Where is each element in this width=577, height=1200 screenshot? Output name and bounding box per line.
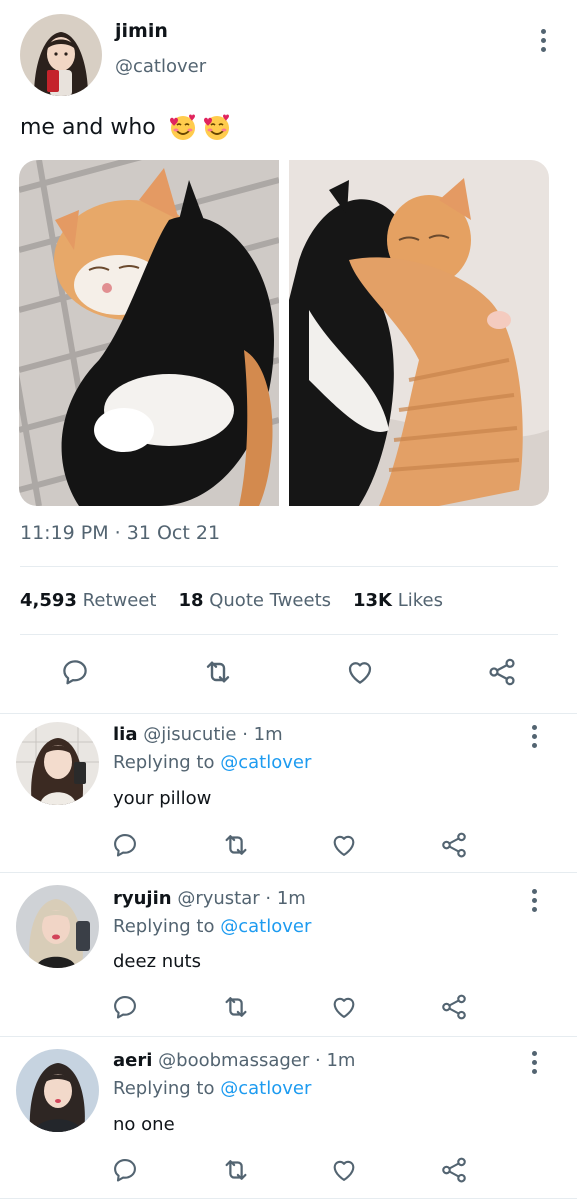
tweet-timestamp[interactable]: 11:19 PM · 31 Oct 21 [20, 522, 220, 544]
share-button[interactable] [436, 989, 472, 1025]
reply-text: no one [113, 1114, 175, 1135]
divider [0, 872, 577, 873]
replying-to-label: Replying to [113, 752, 215, 773]
reply-time[interactable]: · 1m [315, 1050, 355, 1071]
replying-to-mention[interactable]: @catlover [220, 1078, 311, 1099]
replying-to-label: Replying to [113, 1078, 215, 1099]
reply-button[interactable] [107, 827, 143, 863]
tweet-media[interactable] [19, 160, 549, 506]
retweets-stat[interactable]: 4,593 Retweet [20, 590, 156, 611]
tweet-photo-1[interactable] [19, 160, 279, 506]
heart-icon [333, 1160, 355, 1181]
retweet-button[interactable] [218, 989, 254, 1025]
reply-avatar[interactable] [16, 885, 99, 968]
speech-bubble-icon [114, 996, 136, 1019]
divider [0, 1198, 577, 1199]
replying-to-mention[interactable]: @catlover [220, 752, 311, 773]
reply-avatar[interactable] [16, 722, 99, 805]
reply-button[interactable] [107, 1152, 143, 1188]
reply-time[interactable]: · 1m [265, 888, 305, 909]
heart-icon [333, 997, 355, 1018]
reply-header: aeri @boobmassager · 1m [113, 1050, 355, 1071]
reply-action-bar [0, 1152, 577, 1192]
retweet-icon [206, 661, 230, 683]
reply-tweet[interactable]: aeri @boobmassager · 1m Replying to @cat… [0, 1038, 577, 1200]
share-button[interactable] [484, 654, 520, 690]
share-icon [442, 1157, 466, 1183]
reply-button[interactable] [107, 989, 143, 1025]
reply-action-bar [0, 989, 577, 1029]
speech-bubble-icon [114, 834, 136, 857]
like-button[interactable] [326, 827, 362, 863]
retweets-count: 4,593 [20, 590, 77, 611]
share-button[interactable] [436, 827, 472, 863]
quote-tweets-stat[interactable]: 18 Quote Tweets [178, 590, 331, 611]
reply-avatar[interactable] [16, 1049, 99, 1132]
divider [0, 1036, 577, 1037]
retweet-icon [225, 1160, 247, 1180]
replying-to-line: Replying to @catlover [113, 752, 311, 773]
speech-bubble-icon [63, 660, 87, 685]
share-icon [489, 658, 515, 686]
more-options-icon[interactable] [531, 26, 555, 54]
reply-button[interactable] [57, 654, 93, 690]
quotes-count: 18 [178, 590, 204, 611]
reply-author-handle[interactable]: @jisucutie [143, 724, 236, 745]
share-icon [442, 994, 466, 1020]
author-name[interactable]: jimin [115, 20, 168, 42]
more-options-icon[interactable] [522, 1048, 546, 1076]
reply-author-handle[interactable]: @ryustar [177, 888, 259, 909]
more-options-icon[interactable] [522, 722, 546, 750]
retweet-icon [225, 835, 247, 855]
tweet-action-bar [0, 654, 577, 694]
reply-author-name[interactable]: aeri [113, 1050, 152, 1071]
speech-bubble-icon [114, 1159, 136, 1182]
retweet-button[interactable] [218, 1152, 254, 1188]
divider [20, 634, 558, 635]
tweet-text-content: me and who [20, 114, 156, 140]
reply-author-handle[interactable]: @boobmassager [158, 1050, 309, 1071]
retweet-icon [225, 997, 247, 1017]
reply-text: deez nuts [113, 951, 201, 972]
reply-author-name[interactable]: ryujin [113, 888, 172, 909]
main-tweet: jimin @catlover me and who 11:19 PM · 31… [0, 0, 577, 713]
likes-count: 13K [353, 590, 392, 611]
reply-time[interactable]: · 1m [242, 724, 282, 745]
author-avatar[interactable] [20, 14, 102, 96]
reply-header: lia @jisucutie · 1m [113, 724, 283, 745]
reply-tweet[interactable]: ryujin @ryustar · 1m Replying to @catlov… [0, 876, 577, 1039]
reply-tweet[interactable]: lia @jisucutie · 1m Replying to @catlove… [0, 714, 577, 877]
likes-label: Likes [397, 590, 443, 611]
replying-to-label: Replying to [113, 916, 215, 937]
more-options-icon[interactable] [522, 886, 546, 914]
smiling-face-with-hearts-icon [203, 114, 229, 140]
reply-action-bar [0, 827, 577, 867]
replying-to-line: Replying to @catlover [113, 916, 311, 937]
tweet-photo-2[interactable] [289, 160, 549, 506]
divider [20, 566, 558, 567]
tweet-stats: 4,593 Retweet 18 Quote Tweets 13K Likes [20, 590, 443, 611]
reply-header: ryujin @ryustar · 1m [113, 888, 306, 909]
like-button[interactable] [342, 654, 378, 690]
heart-icon [333, 835, 355, 856]
likes-stat[interactable]: 13K Likes [353, 590, 443, 611]
retweet-button[interactable] [200, 654, 236, 690]
quotes-label: Quote Tweets [209, 590, 331, 611]
like-button[interactable] [326, 989, 362, 1025]
reply-author-name[interactable]: lia [113, 724, 138, 745]
retweet-button[interactable] [218, 827, 254, 863]
share-button[interactable] [436, 1152, 472, 1188]
author-handle[interactable]: @catlover [115, 56, 206, 77]
replying-to-line: Replying to @catlover [113, 1078, 311, 1099]
share-icon [442, 832, 466, 858]
reply-text: your pillow [113, 788, 212, 809]
retweets-label: Retweet [82, 590, 157, 611]
heart-icon [348, 662, 372, 684]
like-button[interactable] [326, 1152, 362, 1188]
tweet-text: me and who [20, 112, 232, 142]
smiling-face-with-hearts-icon [169, 114, 195, 140]
replying-to-mention[interactable]: @catlover [220, 916, 311, 937]
